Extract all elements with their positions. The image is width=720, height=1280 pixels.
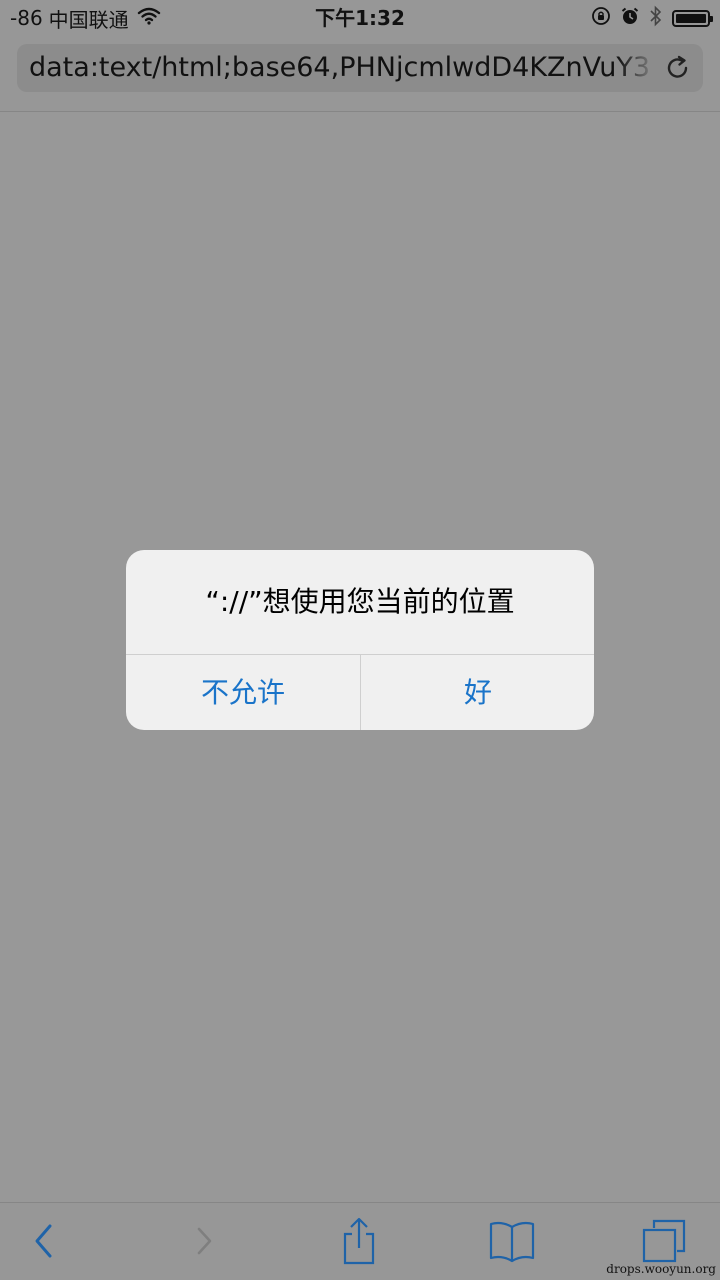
battery-icon xyxy=(672,9,713,27)
alert-title: “://”想使用您当前的位置 xyxy=(205,585,515,618)
share-button[interactable] xyxy=(331,1215,387,1271)
orientation-lock-icon xyxy=(591,6,611,30)
url-fade xyxy=(617,44,657,92)
bookmarks-button[interactable] xyxy=(484,1215,540,1271)
back-button[interactable] xyxy=(17,1215,73,1271)
url-field[interactable]: data:text/html;base64,PHNjcmlwdD4KZnVuY3 xyxy=(29,44,655,92)
forward-icon xyxy=(189,1221,219,1265)
browser-top-chrome: -86 中国联通 下午1:32 data:text/html;base64,PH… xyxy=(0,0,720,112)
battery-level-fill xyxy=(676,13,706,23)
deny-button[interactable]: 不允许 xyxy=(126,655,360,730)
address-bar[interactable]: data:text/html;base64,PHNjcmlwdD4KZnVuY3 xyxy=(17,44,703,92)
bookmarks-icon xyxy=(487,1219,537,1267)
location-permission-alert: “://”想使用您当前的位置 不允许 好 xyxy=(126,550,594,730)
back-icon xyxy=(30,1221,60,1265)
reload-icon[interactable] xyxy=(663,53,693,83)
watermark: drops.wooyun.org xyxy=(606,1262,716,1276)
forward-button[interactable] xyxy=(176,1215,232,1271)
share-icon xyxy=(339,1216,379,1270)
ok-button[interactable]: 好 xyxy=(361,655,594,730)
alarm-icon xyxy=(620,6,640,30)
status-bar: -86 中国联通 下午1:32 xyxy=(0,0,720,36)
status-right xyxy=(591,5,713,31)
bluetooth-icon xyxy=(649,5,663,31)
